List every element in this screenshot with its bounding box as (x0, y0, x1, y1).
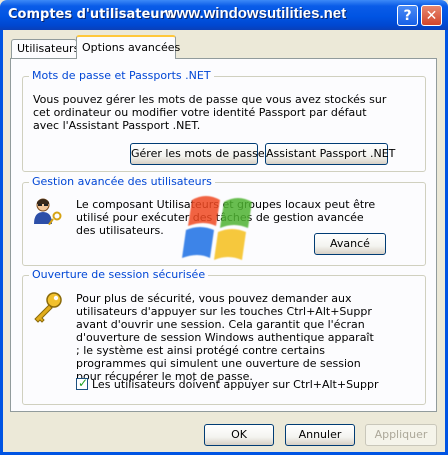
tab-utilisateurs[interactable]: Utilisateurs (11, 39, 80, 58)
close-icon: ✕ (425, 8, 438, 24)
require-ctrl-alt-del-checkbox[interactable]: ✓ (76, 376, 89, 390)
users-key-icon (34, 198, 62, 226)
title-bar[interactable]: Comptes d'utilisateurs www.windowsutilit… (0, 0, 448, 30)
secure-logon-group-title: Ouverture de session sécurisée (29, 268, 209, 281)
checkbox-label[interactable]: Les utilisateurs doivent appuyer sur Ctr… (92, 378, 379, 391)
tab-options-avancees[interactable]: Options avancées (76, 35, 180, 59)
key-icon (34, 292, 62, 323)
window-frame-left (0, 30, 3, 455)
window-title: Comptes d'utilisateurs (8, 7, 174, 22)
watermark-text: www.windowsutilities.net (165, 5, 347, 22)
help-button[interactable]: ? (397, 5, 418, 26)
windows-logo-icon (182, 196, 252, 260)
checkmark-icon: ✓ (78, 376, 89, 390)
close-button[interactable]: ✕ (421, 5, 442, 26)
passwords-group-title: Mots de passe et Passports .NET (29, 69, 214, 82)
help-icon: ? (403, 8, 412, 24)
advanced-button[interactable]: Avancé (314, 233, 386, 255)
ok-button[interactable]: OK (204, 424, 274, 446)
manage-passwords-button[interactable]: Gérer les mots de passe (130, 143, 265, 165)
passwords-description: Vous pouvez gérer les mots de passe que … (33, 93, 387, 132)
secure-logon-description: Pour plus de sécurité, vous pouvez deman… (76, 292, 374, 383)
apply-button[interactable]: Appliquer (365, 424, 437, 446)
tab-label: Utilisateurs (17, 42, 80, 55)
tab-label: Options avancées (82, 41, 181, 54)
passport-wizard-button[interactable]: Assistant Passport .NET (265, 143, 395, 165)
cancel-button[interactable]: Annuler (285, 424, 355, 446)
